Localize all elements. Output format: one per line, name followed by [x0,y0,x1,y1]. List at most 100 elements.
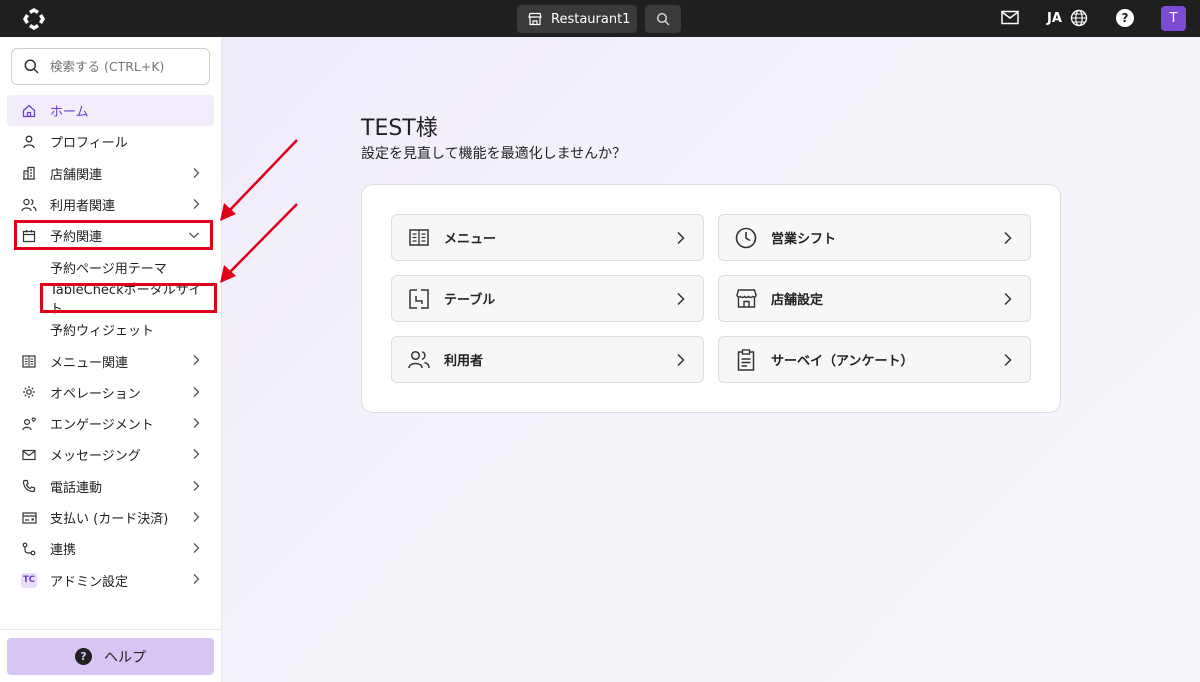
user-avatar[interactable]: T [1161,6,1186,31]
sidebar-item-label: 連携 [50,543,77,559]
users-icon [21,198,37,211]
global-search-button[interactable] [645,5,681,33]
sidebar-item-label: 支払い (カード決済) [50,512,169,527]
chevron-right-icon [193,167,200,178]
tile-label: テーブル [444,293,496,308]
help-icon: ? [75,648,92,665]
tc-badge-icon: TC [21,572,37,588]
chevron-down-icon [189,232,199,239]
sidebar-item-label: オペレーション [50,386,141,402]
chevron-right-icon [193,198,200,209]
search-icon [656,12,670,26]
chevron-right-icon [193,449,200,460]
chevron-right-icon [193,543,200,554]
sidebar-item-label: ホーム [50,105,89,121]
sidebar-item-admin[interactable]: TC アドミン設定 [7,564,214,595]
clipboard-icon [737,348,755,371]
home-icon [22,104,36,117]
sidebar-item-label: 予約関連 [50,230,103,246]
chevron-right-icon [193,480,200,491]
store-icon [735,289,757,308]
chevron-right-icon [1004,353,1012,367]
tile-store-settings[interactable]: 店舗設定 [718,275,1031,322]
settings-card: メニュー 営業シフト テーブル 店舗設定 利用者 サーベイ（アンケート） [361,184,1061,413]
sidebar-item-payments[interactable]: 支払い (カード決済) [7,502,214,533]
integration-icon [22,542,36,556]
sidebar-item-home[interactable]: ホーム [7,95,214,127]
page-title: TEST様 [361,116,438,141]
tile-users[interactable]: 利用者 [391,336,704,383]
avatar-initial: T [1169,11,1178,26]
tile-survey[interactable]: サーベイ（アンケート） [718,336,1031,383]
tile-label: メニュー [444,232,497,247]
gear-icon [23,386,35,399]
sidebar-item-integrations[interactable]: 連携 [7,533,214,564]
sidebar-item-operations[interactable]: オペレーション [7,377,214,408]
search-icon [24,59,39,74]
sidebar-item-engagement[interactable]: エンゲージメント [7,408,214,439]
store-icon [528,12,542,26]
card-icon [21,511,37,524]
language-selector[interactable]: JA [1047,9,1088,27]
tile-menu[interactable]: メニュー [391,214,704,261]
sidebar-divider [0,629,222,630]
tile-business-shift[interactable]: 営業シフト [718,214,1031,261]
chevron-right-icon [1004,292,1012,306]
sidebar-search-input[interactable] [50,59,190,74]
sidebar-item-menu[interactable]: メニュー関連 [7,345,214,376]
chevron-right-icon [193,418,200,428]
sidebar-subitem-theme[interactable]: 予約ページ用テーマ [7,251,214,282]
menu-book-icon [409,229,429,246]
globe-icon [1070,9,1088,27]
help-button[interactable]: ? ヘルプ [7,638,214,675]
sidebar-subitem-widget[interactable]: 予約ウィジェット [7,314,214,345]
sidebar-item-phone[interactable]: 電話連動 [7,471,214,502]
mail-icon[interactable] [1001,10,1019,25]
sidebar-item-label: 電話連動 [50,480,103,496]
help-label: ヘルプ [104,649,146,666]
calendar-icon [22,229,36,242]
chevron-right-icon [1004,231,1012,245]
sidebar-item-reservations[interactable]: 予約関連 [7,220,214,251]
help-icon[interactable]: ? [1116,9,1134,27]
chevron-right-icon [677,231,685,245]
sidebar-item-label: メニュー関連 [50,355,129,371]
engagement-icon [21,417,36,430]
tile-label: 営業シフト [771,232,837,247]
store-selector-button[interactable]: Restaurant1 [517,5,637,33]
sidebar-item-label: 利用者関連 [50,199,116,215]
sidebar-item-label: プロフィール [50,136,128,152]
chevron-right-icon [193,355,200,366]
sidebar-item-label: 予約ウィジェット [50,324,155,340]
sidebar-item-messaging[interactable]: メッセージング [7,439,214,470]
sidebar-item-label: 予約ページ用テーマ [50,261,167,277]
sidebar-item-store[interactable]: 店舗関連 [7,158,214,189]
sidebar-nav: ホーム プロフィール 店舗関連 利用者関連 予約関連 予約ページ用テーマ Tab… [7,95,217,596]
sidebar-subitem-portal[interactable]: TableCheckポータルサイト [7,283,214,317]
building-icon [23,167,35,180]
app-logo-icon[interactable] [22,7,46,31]
phone-icon [22,480,36,493]
chevron-right-icon [193,511,200,522]
sidebar-item-users[interactable]: 利用者関連 [7,189,214,220]
help-glyph: ? [80,650,87,663]
tile-table[interactable]: テーブル [391,275,704,322]
sidebar-item-label: TableCheckポータルサイト [50,283,202,318]
store-name: Restaurant1 [551,11,631,27]
chevron-right-icon [193,386,200,397]
menu-book-icon [22,354,36,368]
sidebar-item-profile[interactable]: プロフィール [7,126,214,157]
sidebar-item-label: アドミン設定 [50,574,129,590]
sidebar-item-label: メッセージング [50,449,141,465]
help-glyph: ? [1121,11,1129,25]
person-icon [23,135,35,149]
sidebar: ホーム プロフィール 店舗関連 利用者関連 予約関連 予約ページ用テーマ Tab… [0,37,222,682]
top-bar: Restaurant1 JA ? T [0,0,1200,37]
clock-icon [735,227,757,248]
language-code: JA [1047,10,1062,26]
main-content: TEST様 設定を見直して機能を最適化しませんか？ メニュー 営業シフト テーブ… [222,37,1200,682]
sidebar-search[interactable] [11,48,210,85]
tile-label: 店舗設定 [771,293,824,308]
users-icon [408,350,430,369]
page-subtitle: 設定を見直して機能を最適化しませんか？ [361,146,627,162]
